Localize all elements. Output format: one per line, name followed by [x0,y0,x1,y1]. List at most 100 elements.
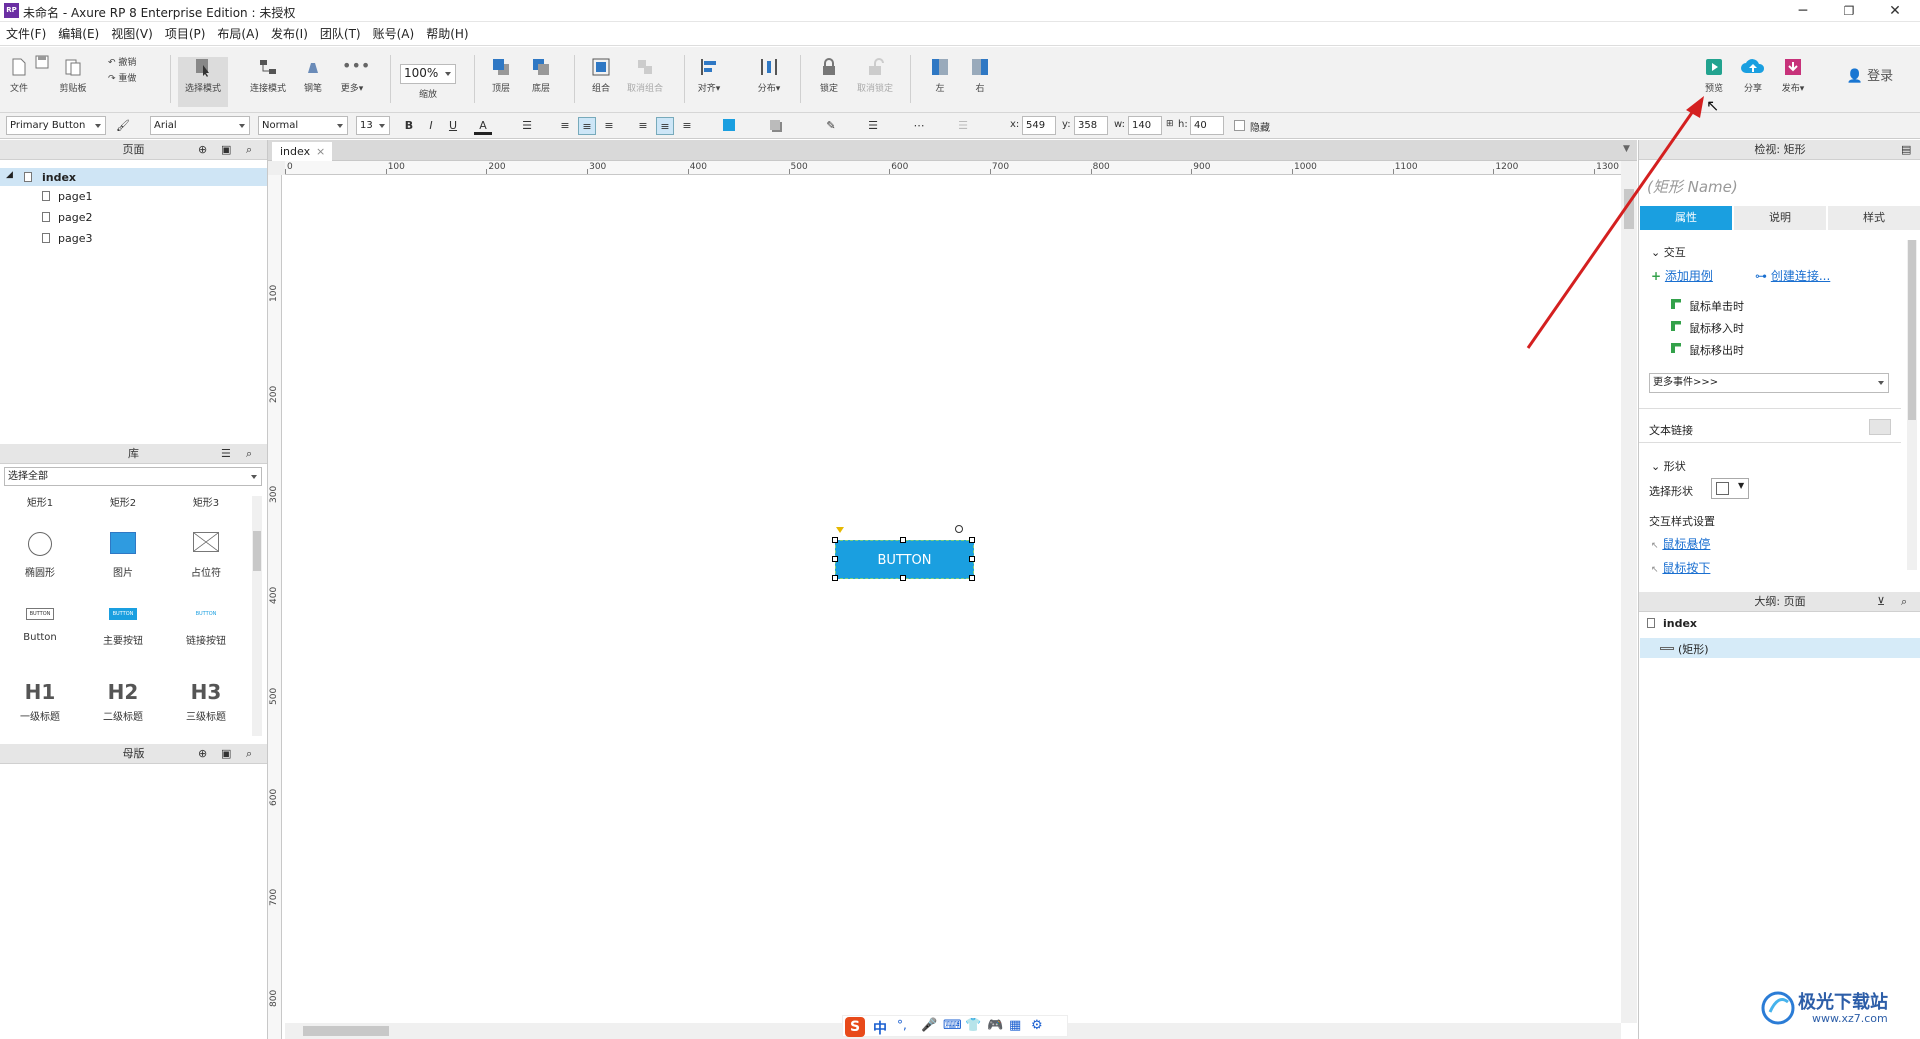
align-center-icon[interactable]: ≡ [578,117,596,135]
notes-icon[interactable]: ▤ [1901,140,1911,160]
page-row-page2[interactable]: page2 [42,211,92,224]
left-panel-toggle[interactable]: 左 [926,57,954,107]
restore-button[interactable]: ❐ [1826,0,1872,22]
collapse-icon[interactable]: ◢ [6,170,13,180]
bullet-list-icon[interactable]: ☰ [518,117,536,135]
zoom-select[interactable]: 100% [400,64,456,84]
rotate-handle[interactable] [955,525,963,533]
save-button[interactable] [34,55,50,105]
tab-menu-icon[interactable]: ▼ [1623,144,1630,154]
menu-team[interactable]: 团队(T) [314,22,367,46]
library-item-h1[interactable]: H1 一级标题 [5,680,75,723]
filter-icon[interactable]: ⊻ [1877,592,1885,612]
sogou-logo[interactable]: S [845,1017,865,1037]
library-item-link-button[interactable]: BUTTON 链接按钮 [171,608,241,647]
event-onmouseenter[interactable]: 鼠标移入时 [1689,320,1744,336]
menu-help[interactable]: 帮助(H) [420,22,474,46]
align-button[interactable]: 对齐▾ [692,57,726,107]
file-button[interactable]: 文件 [6,57,32,107]
add-folder-icon[interactable]: ▣ [221,744,231,764]
keyboard-icon[interactable]: ⌨ [943,1018,962,1033]
library-item-ellipse[interactable]: 椭圆形 [5,532,75,579]
library-item-h3[interactable]: H3 三级标题 [171,680,241,723]
resize-handle[interactable] [900,537,906,543]
menu-file[interactable]: 文件(F) [0,22,52,46]
w-input[interactable]: 140 [1128,116,1162,135]
create-link-link[interactable]: ⊶ 创建连接... [1755,267,1830,284]
select-mode-button[interactable]: 选择模式 [178,57,228,107]
pen-button[interactable]: 更多▾钢笔 [298,57,328,107]
resize-handle[interactable] [900,575,906,581]
library-scrollbar[interactable] [252,496,262,736]
login-button[interactable]: 👤 登录 [1840,65,1900,115]
hidden-checkbox[interactable] [1234,120,1245,131]
canvas-vscrollbar[interactable] [1621,161,1637,1023]
more-events-select[interactable]: 更多事件>>> [1649,373,1889,393]
resize-handle[interactable] [969,575,975,581]
menu-account[interactable]: 账号(A) [367,22,421,46]
lock-ratio-icon[interactable]: ⊞ [1166,119,1174,129]
ime-chinese-icon[interactable]: 中 [873,1018,887,1038]
search-icon[interactable]: ⌕ [246,140,252,160]
distribute-button[interactable]: 分布▾ [752,57,786,107]
bold-button[interactable]: B [400,117,418,135]
arrow-style-icon[interactable]: ☰ [954,117,972,135]
shape-section[interactable]: ⌄ 形状 [1651,458,1686,474]
align-right-icon[interactable]: ≡ [600,117,618,135]
search-icon[interactable]: ⌕ [246,444,252,464]
resize-handle[interactable] [832,537,838,543]
unlock-button[interactable]: 取消锁定 [852,57,898,107]
canvas-button-widget[interactable]: BUTTON [835,540,974,579]
minimize-button[interactable]: ─ [1780,0,1826,22]
font-select[interactable]: Arial [150,116,250,135]
game-icon[interactable]: 🎮 [987,1018,1003,1033]
x-input[interactable]: 549 [1022,116,1056,135]
h-input[interactable]: 40 [1190,116,1224,135]
resize-handle[interactable] [969,556,975,562]
menu-publish[interactable]: 发布(I) [265,22,314,46]
right-panel-toggle[interactable]: 右 [966,57,994,107]
library-item-primary-button[interactable]: BUTTON 主要按钮 [88,608,158,647]
corner-radius-handle[interactable] [836,527,844,533]
clipboard-button[interactable]: 剪贴板 [56,57,90,107]
ime-punct-icon[interactable]: °, [897,1018,907,1032]
interaction-section[interactable]: ⌄ 交互 [1651,244,1686,260]
group-button[interactable]: 组合 [584,57,618,107]
tab-notes[interactable]: 说明 [1734,206,1826,230]
bring-to-top-button[interactable]: 顶层 [484,57,518,107]
shadow-icon[interactable] [766,117,784,135]
ungroup-button[interactable]: 取消组合 [622,57,668,107]
page-row-page1[interactable]: page1 [42,190,92,203]
fill-color-icon[interactable] [720,117,738,135]
add-page-icon[interactable]: ⊕ [198,140,207,160]
tab-index[interactable]: index × [272,142,332,161]
font-color-button[interactable]: A [474,117,492,135]
page-row-index[interactable]: ◢ index [0,168,267,186]
align-left-icon[interactable]: ≡ [556,117,574,135]
publish-button[interactable]: 发布▾ [1778,57,1808,107]
valign-bottom-icon[interactable]: ≡ [678,117,696,135]
y-input[interactable]: 358 [1074,116,1108,135]
text-link-button[interactable] [1869,419,1891,435]
library-item-button[interactable]: BUTTON Button [5,608,75,643]
search-icon[interactable]: ⌕ [246,744,252,764]
line-width-icon[interactable]: ☰ [864,117,882,135]
add-master-icon[interactable]: ⊕ [198,744,207,764]
format-painter-icon[interactable]: 🖌 [114,117,132,135]
microphone-icon[interactable]: 🎤 [921,1018,937,1033]
menu-icon[interactable]: ☰ [221,444,231,464]
search-icon[interactable]: ⌕ [1901,592,1907,612]
menu-layout[interactable]: 布局(A) [211,22,265,46]
tab-style[interactable]: 样式 [1828,206,1920,230]
resize-handle[interactable] [832,556,838,562]
tab-properties[interactable]: 属性 [1640,206,1732,230]
library-item-placeholder[interactable]: 占位符 [171,532,241,579]
close-button[interactable]: ✕ [1872,0,1918,22]
mousedown-style-link[interactable]: ↖ 鼠标按下 [1651,559,1710,576]
library-select[interactable]: 选择全部 [4,467,262,486]
send-to-bottom-button[interactable]: 底层 [524,57,558,107]
lock-button[interactable]: 锁定 [814,57,844,107]
widget-name-input[interactable]: (矩形 Name) [1647,176,1738,197]
toolbox-icon[interactable]: ▦ [1009,1018,1021,1033]
menu-edit[interactable]: 编辑(E) [52,22,105,46]
